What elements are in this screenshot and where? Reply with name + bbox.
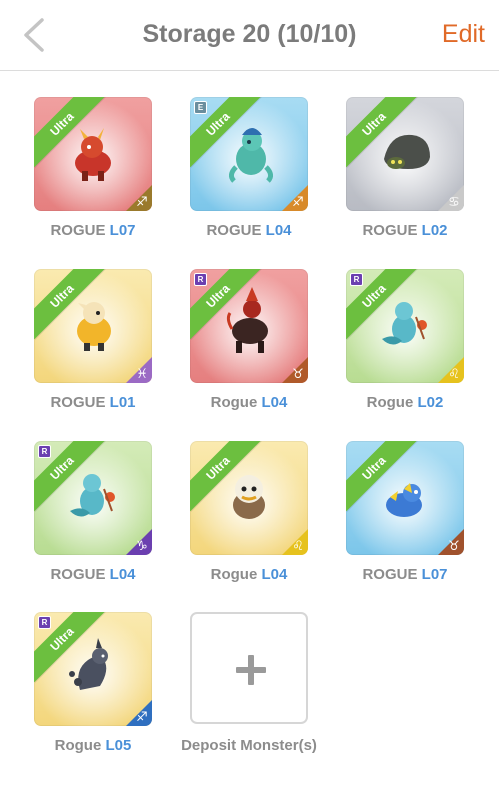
rank-badge: R — [194, 273, 207, 286]
deposit-label: Deposit Monster(s) — [181, 737, 317, 754]
page-title: Storage 20 (10/10) — [142, 20, 357, 48]
rank-badge: E — [194, 101, 207, 114]
leo-icon: ♌ — [448, 366, 460, 381]
taurus-icon: ♉ — [448, 538, 460, 553]
monster-card[interactable]: Ultra ♋ — [346, 97, 464, 211]
monster-label: ROGUE L01 — [50, 394, 136, 411]
pisces-icon: ♓ — [136, 366, 148, 381]
edit-button[interactable]: Edit — [442, 20, 485, 49]
monster-card[interactable]: Ultra ♐ — [34, 97, 152, 211]
cancer-icon: ♋ — [448, 194, 460, 209]
monster-card[interactable]: Ultra ♉ — [346, 441, 464, 555]
sagittarius-icon: ♐ — [136, 709, 148, 724]
rank-badge: R — [38, 616, 51, 629]
monster-label: Rogue L04 — [210, 394, 288, 411]
leo-icon: ♌ — [292, 538, 304, 553]
monster-card[interactable]: R Ultra ♌ — [346, 269, 464, 383]
monster-card[interactable]: Ultra ♌ — [190, 441, 308, 555]
monster-card[interactable]: R Ultra ♑ — [34, 441, 152, 555]
monster-label: ROGUE L07 — [50, 222, 136, 239]
monster-card[interactable]: R Ultra ♉ — [190, 269, 308, 383]
deposit-monster-button[interactable] — [190, 612, 308, 724]
sagittarius-icon: ♐ — [292, 194, 304, 209]
monster-label: ROGUE L02 — [362, 222, 448, 239]
taurus-icon: ♉ — [292, 366, 304, 381]
capricorn-icon: ♑ — [136, 538, 148, 553]
monster-card[interactable]: Ultra ♓ — [34, 269, 152, 383]
monster-card[interactable]: R Ultra ♐ — [34, 612, 152, 726]
monster-label: ROGUE L04 — [50, 566, 136, 583]
monster-label: ROGUE L07 — [362, 566, 448, 583]
monster-label: Rogue L04 — [210, 566, 288, 583]
rank-badge: R — [38, 445, 51, 458]
monster-label: Rogue L02 — [366, 394, 444, 411]
monster-card[interactable]: E Ultra ♐ — [190, 97, 308, 211]
monster-label: ROGUE L04 — [206, 222, 292, 239]
sagittarius-icon: ♐ — [136, 194, 148, 209]
nav-header: Storage 20 (10/10) Edit — [0, 0, 499, 71]
rank-badge: R — [350, 273, 363, 286]
monster-label: Rogue L05 — [54, 737, 132, 754]
